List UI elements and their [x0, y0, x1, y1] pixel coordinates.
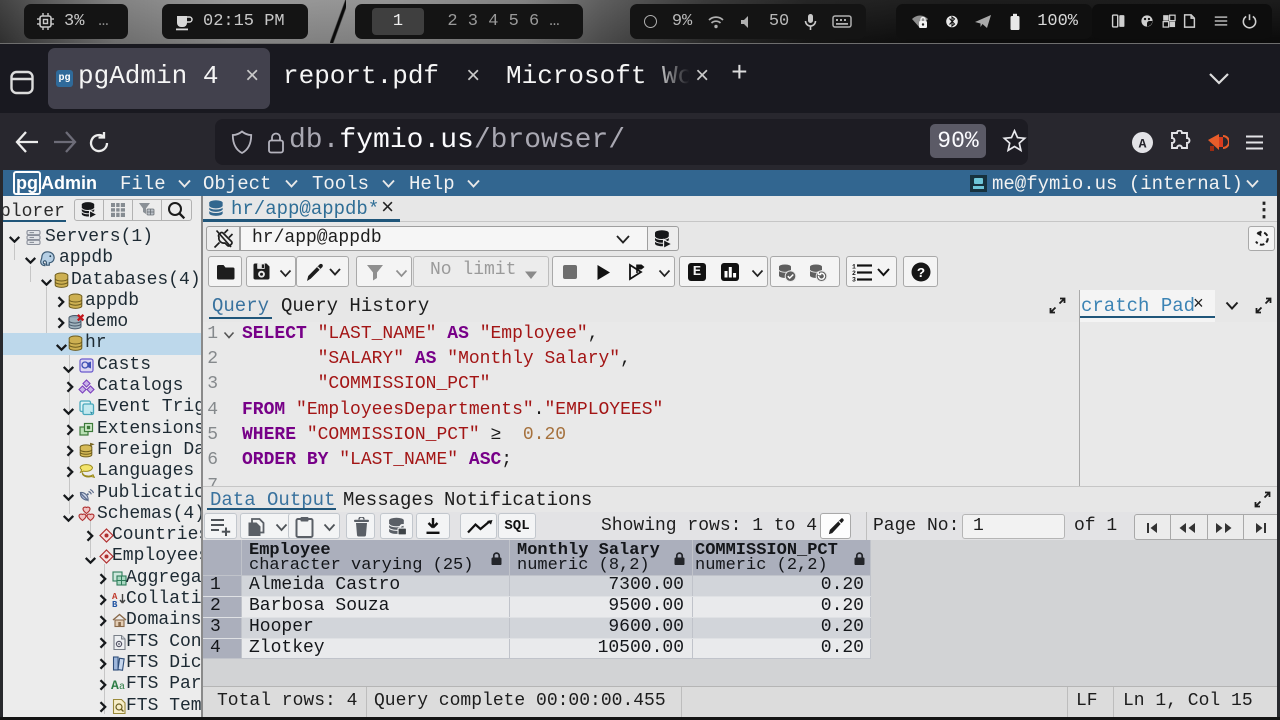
svg-text:?: ?	[917, 267, 925, 282]
svg-text:A: A	[1139, 136, 1147, 151]
svg-text:3: 3	[852, 277, 856, 283]
